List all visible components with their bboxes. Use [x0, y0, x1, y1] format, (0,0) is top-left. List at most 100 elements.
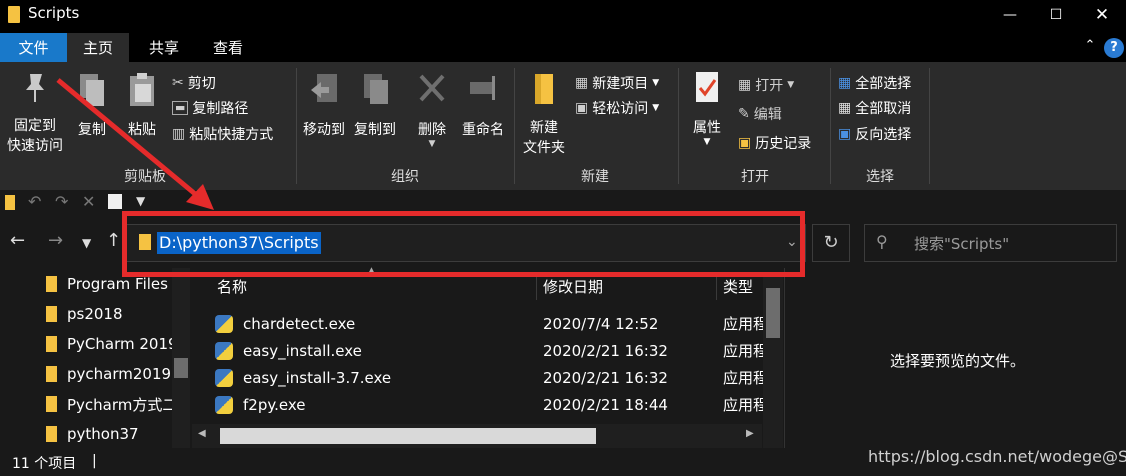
- paste-icon: [130, 73, 154, 106]
- paste-shortcut-button[interactable]: ▥ 粘贴快捷方式: [172, 122, 273, 146]
- up-arrow-icon[interactable]: ↑: [106, 230, 121, 251]
- tab-file[interactable]: 文件: [0, 33, 67, 62]
- paste-shortcut-icon: ▥: [172, 126, 186, 142]
- chevron-down-icon: ▼: [787, 80, 795, 90]
- tab-share[interactable]: 共享: [134, 33, 194, 62]
- horizontal-scroll-thumb[interactable]: [220, 428, 596, 444]
- window-title: Scripts: [28, 4, 80, 22]
- copy-icon: [80, 74, 104, 106]
- column-header-type[interactable]: 类型: [723, 276, 753, 297]
- new-item-button[interactable]: ▦ 新建项目 ▼: [575, 71, 659, 95]
- forward-arrow-icon[interactable]: →: [48, 230, 63, 251]
- undo-icon[interactable]: ↶: [28, 192, 41, 211]
- close-button[interactable]: ✕: [1079, 0, 1125, 30]
- copy-to-button[interactable]: 复制到: [351, 70, 399, 140]
- scroll-left-icon[interactable]: ◀: [198, 428, 206, 439]
- folder-icon: [46, 276, 57, 292]
- select-none-button[interactable]: ▦ 全部取消: [838, 96, 911, 120]
- pin-quick-access-button[interactable]: 固定到 快速访问: [4, 70, 66, 156]
- select-group-label: 选择: [866, 169, 894, 185]
- copy-path-label: 复制路径: [192, 101, 249, 117]
- qat-customize-icon[interactable]: ▼: [136, 194, 145, 208]
- organize-group-label: 组织: [391, 169, 419, 185]
- move-to-label: 移动到: [303, 122, 345, 138]
- delete-button[interactable]: 删除 ▼: [412, 70, 452, 149]
- nav-item-python37[interactable]: python37: [46, 420, 139, 448]
- invert-selection-button[interactable]: ▣ 反向选择: [838, 122, 911, 146]
- ribbon-collapse-icon[interactable]: ⌃: [1080, 38, 1100, 58]
- copy-label: 复制: [78, 122, 106, 138]
- back-arrow-icon[interactable]: ←: [10, 230, 25, 251]
- column-header-date[interactable]: 修改日期: [543, 276, 603, 297]
- column-header-name[interactable]: 名称: [217, 276, 247, 297]
- refresh-icon[interactable]: ↻: [812, 224, 850, 262]
- cut-button[interactable]: ✂ 剪切: [172, 71, 216, 95]
- move-to-button[interactable]: 移动到: [300, 70, 348, 140]
- file-row[interactable]: easy_install.exe 2020/2/21 16:32 应用程序: [215, 337, 765, 364]
- preview-message: 选择要预览的文件。: [890, 352, 1026, 370]
- recent-locations-chevron-icon[interactable]: ▼: [82, 236, 91, 250]
- vertical-scroll-thumb[interactable]: [766, 288, 780, 338]
- nav-item-pycharm-2019[interactable]: PyCharm 2019: [46, 330, 178, 358]
- select-all-button[interactable]: ▦ 全部选择: [838, 71, 911, 95]
- properties-icon: [696, 72, 718, 102]
- file-type: 应用程序: [723, 342, 763, 360]
- qat-folder-icon[interactable]: [5, 195, 15, 210]
- nav-item-pycharm2019[interactable]: pycharm2019: [46, 360, 171, 388]
- new-item-label: 新建项目: [592, 76, 649, 92]
- redo-icon[interactable]: ↷: [55, 192, 68, 211]
- nav-pane-scroll-thumb[interactable]: [174, 358, 188, 378]
- ribbon-separator: [830, 68, 831, 184]
- easy-access-button[interactable]: ▣ 轻松访问 ▼: [575, 96, 659, 120]
- file-type: 应用程序: [723, 315, 763, 333]
- open-button[interactable]: ▦ 打开 ▼: [738, 73, 794, 97]
- delete-label: 删除: [418, 122, 446, 138]
- chevron-down-icon: ▼: [652, 78, 660, 88]
- file-row[interactable]: chardetect.exe 2020/7/4 12:52 应用程序: [215, 310, 765, 337]
- copy-path-button[interactable]: ▬ 复制路径: [172, 96, 248, 120]
- minimize-button[interactable]: —: [987, 0, 1033, 30]
- select-all-icon: ▦: [838, 75, 852, 91]
- easy-access-label: 轻松访问: [592, 101, 649, 117]
- history-button[interactable]: ▣ 历史记录: [738, 131, 811, 155]
- copy-to-label: 复制到: [354, 122, 396, 138]
- select-none-label: 全部取消: [855, 101, 912, 117]
- nav-item-ps2018[interactable]: ps2018: [46, 300, 123, 328]
- folder-icon: [46, 306, 57, 322]
- file-row[interactable]: f2py.exe 2020/2/21 18:44 应用程序: [215, 391, 765, 418]
- cut-label: 剪切: [187, 76, 216, 92]
- file-name: f2py.exe: [243, 395, 306, 414]
- rename-button[interactable]: 重命名: [458, 70, 508, 140]
- tab-home[interactable]: 主页: [67, 33, 129, 62]
- file-name: chardetect.exe: [243, 314, 356, 333]
- file-row[interactable]: easy_install-3.7.exe 2020/2/21 16:32 应用程…: [215, 364, 765, 391]
- properties-button[interactable]: 属性 ▼: [686, 70, 728, 147]
- ribbon-separator: [296, 68, 297, 184]
- invert-selection-label: 反向选择: [855, 127, 912, 143]
- rename-icon: [470, 76, 495, 100]
- qat-properties-icon[interactable]: [108, 194, 122, 209]
- copy-button[interactable]: 复制: [72, 70, 112, 140]
- scroll-right-icon[interactable]: ▶: [746, 428, 754, 439]
- tab-view[interactable]: 查看: [198, 33, 258, 62]
- open-group-label: 打开: [741, 169, 769, 185]
- paste-label: 粘贴: [128, 122, 156, 138]
- folder-icon: [46, 426, 57, 442]
- file-name: easy_install-3.7.exe: [243, 368, 392, 387]
- qat-delete-icon[interactable]: ✕: [82, 192, 95, 211]
- new-folder-button[interactable]: 新建 文件夹: [518, 70, 570, 158]
- file-date: 2020/2/21 16:32: [543, 368, 668, 387]
- paste-button[interactable]: 粘贴: [122, 70, 162, 140]
- python-file-icon: [215, 341, 233, 360]
- file-date: 2020/7/4 12:52: [543, 314, 659, 333]
- maximize-button[interactable]: ☐: [1033, 0, 1079, 30]
- help-icon[interactable]: ?: [1104, 38, 1124, 58]
- file-type: 应用程序: [723, 369, 763, 387]
- new-folder-icon: [535, 74, 553, 104]
- move-to-icon: [311, 74, 337, 102]
- pin-icon: [26, 74, 44, 102]
- search-placeholder: 搜索"Scripts": [914, 235, 1010, 253]
- ribbon-separator: [678, 68, 679, 184]
- nav-item-pycharm-method-two[interactable]: Pycharm方式二: [46, 390, 177, 418]
- edit-button[interactable]: ✎ 编辑: [738, 102, 782, 126]
